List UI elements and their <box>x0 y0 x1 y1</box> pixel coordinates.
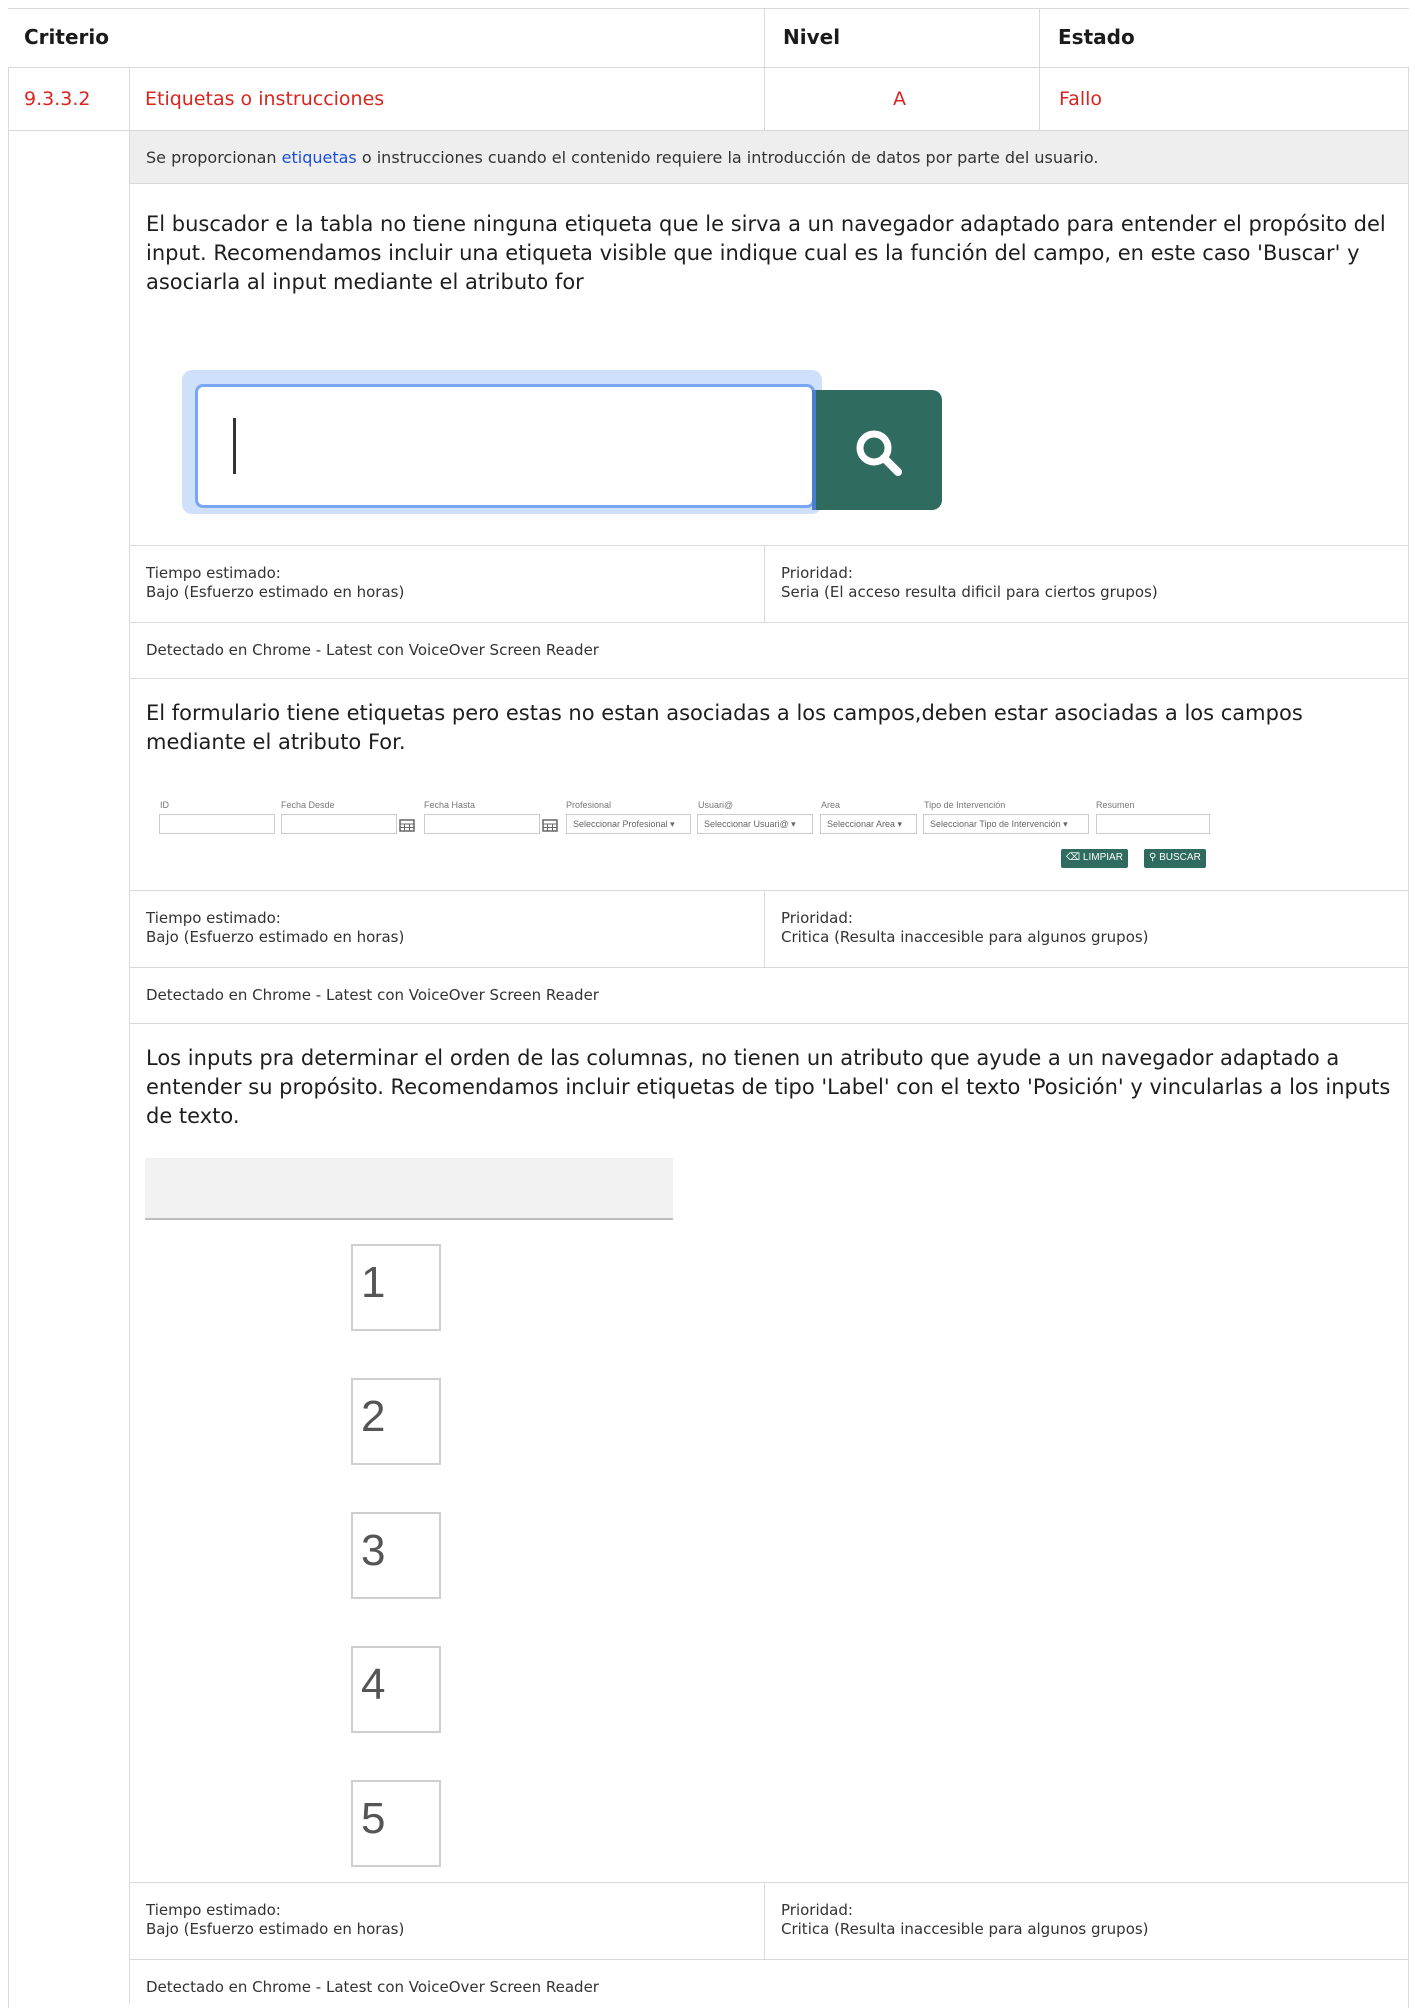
tiempo-value: Bajo (Esfuerzo estimado en horas) <box>146 583 405 601</box>
tiempo-value: Bajo (Esfuerzo estimado en horas) <box>146 928 405 946</box>
text-caret <box>233 418 236 474</box>
row-divider <box>130 1023 1409 1024</box>
form-label-id: ID <box>160 800 169 810</box>
form-select-area: Seleccionar Area ▾ <box>820 814 917 834</box>
header-estado: Estado <box>1058 25 1135 49</box>
finding-3-text: Los inputs pra determinar el orden de la… <box>146 1046 1391 1128</box>
form-select-tipo: Seleccionar Tipo de Intervención ▾ <box>923 814 1089 834</box>
criterion-name: Etiquetas o instrucciones <box>145 88 385 110</box>
form-search-button: ⚲ BUSCAR <box>1144 849 1206 868</box>
header-nivel: Nivel <box>783 25 841 49</box>
finding-2-text: El formulario tiene etiquetas pero estas… <box>146 701 1303 754</box>
criterion-level: A <box>893 88 906 110</box>
finding-1-text: El buscador e la tabla no tiene ninguna … <box>146 212 1386 294</box>
search-input-screenshot <box>195 384 815 508</box>
tiempo-label: Tiempo estimado: <box>146 1901 281 1919</box>
tiempo-label: Tiempo estimado: <box>146 909 281 927</box>
prioridad-value: Critica (Resulta inaccesible para alguno… <box>781 1920 1149 1938</box>
form-label-tipo: Tipo de Intervención <box>924 800 1006 810</box>
form-clear-button: ⌫ LIMPIAR <box>1061 849 1128 868</box>
criterion-status: Fallo <box>1059 88 1103 110</box>
prioridad-label: Prioridad: <box>781 1901 853 1919</box>
finding-1-detected: Detectado en Chrome - Latest con VoiceOv… <box>146 641 599 659</box>
position-input-screenshot: 2 <box>351 1378 441 1465</box>
prioridad-value: Critica (Resulta inaccesible para alguno… <box>781 928 1149 946</box>
form-input-fecha-desde <box>281 814 397 834</box>
position-input-screenshot: 4 <box>351 1646 441 1733</box>
criterion-id: 9.3.3.2 <box>24 88 91 110</box>
position-input-screenshot: 1 <box>351 1244 441 1331</box>
form-label-fecha-desde: Fecha Desde <box>281 800 335 810</box>
criterion-description: Se proporcionan etiquetas o instruccione… <box>130 131 1408 184</box>
search-button-screenshot <box>812 390 942 510</box>
position-input-screenshot: 3 <box>351 1512 441 1599</box>
calendar-icon <box>542 819 558 832</box>
form-label-usuario: Usuari@ <box>698 800 734 810</box>
finding-3-meta: Tiempo estimado: Bajo (Esfuerzo estimado… <box>130 1882 1408 1960</box>
tiempo-label: Tiempo estimado: <box>146 564 281 582</box>
prioridad-value: Seria (El acceso resulta dificil para ci… <box>781 583 1158 601</box>
calendar-icon <box>399 819 415 832</box>
finding-1-meta: Tiempo estimado: Bajo (Esfuerzo estimado… <box>130 545 1408 623</box>
description-text-before: Se proporcionan <box>146 148 282 167</box>
col-divider <box>129 68 130 2004</box>
form-select-usuario: Seleccionar Usuari@ ▾ <box>697 814 813 834</box>
criteria-table <box>8 8 1409 2008</box>
form-label-profesional: Profesional <box>566 800 612 810</box>
header-criterio: Criterio <box>24 25 109 49</box>
prioridad-label: Prioridad: <box>781 564 853 582</box>
form-select-profesional: Seleccionar Profesional ▾ <box>566 814 691 834</box>
form-input-fecha-hasta <box>424 814 540 834</box>
criterion-row: 9.3.3.2 Etiquetas o instrucciones A Fall… <box>8 68 1409 131</box>
search-icon <box>856 430 902 476</box>
table-header: Criterio Nivel Estado <box>8 8 1409 68</box>
finding-2-meta: Tiempo estimado: Bajo (Esfuerzo estimado… <box>130 890 1408 968</box>
etiquetas-link[interactable]: etiquetas <box>282 148 357 167</box>
tiempo-value: Bajo (Esfuerzo estimado en horas) <box>146 1920 405 1938</box>
finding-3-detected: Detectado en Chrome - Latest con VoiceOv… <box>146 1978 599 1996</box>
row-divider <box>130 678 1409 679</box>
description-text-after: o instrucciones cuando el contenido requ… <box>356 148 1099 167</box>
form-input-resumen <box>1096 814 1210 834</box>
form-label-fecha-hasta: Fecha Hasta <box>424 800 476 810</box>
prioridad-label: Prioridad: <box>781 909 853 927</box>
form-label-area: Area <box>821 800 841 810</box>
finding-2-detected: Detectado en Chrome - Latest con VoiceOv… <box>146 986 599 1004</box>
column-header-screenshot <box>145 1158 673 1220</box>
form-input-id <box>159 814 275 834</box>
position-input-screenshot: 5 <box>351 1780 441 1867</box>
form-label-resumen: Resumen <box>1096 800 1135 810</box>
